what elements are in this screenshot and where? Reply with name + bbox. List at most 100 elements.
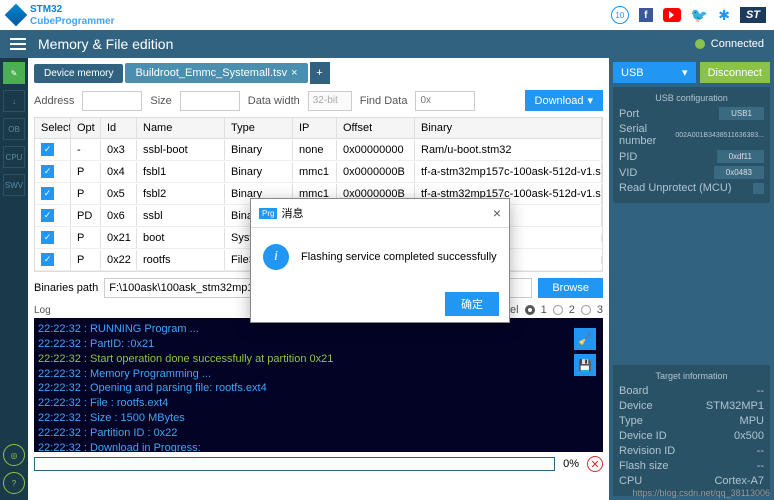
twitter-icon[interactable]: 🐦 xyxy=(691,7,708,24)
log-line: 22:22:32 : File : rootfs.ext4 xyxy=(38,396,599,411)
vid-label: VID xyxy=(619,167,637,179)
pid-value: 0xdf11 xyxy=(717,150,764,163)
vid-value: 0x0483 xyxy=(714,166,764,179)
disconnect-button[interactable]: Disconnect xyxy=(700,62,770,83)
info-icon: i xyxy=(263,244,289,270)
filter-row: Address Size Data width Find Data Downlo… xyxy=(34,90,603,111)
log-line: 22:22:32 : Size : 1500 MBytes xyxy=(38,411,599,426)
col-offset: Offset xyxy=(337,118,415,138)
find-input[interactable] xyxy=(415,91,475,111)
log-action-icons: 🧹 💾 xyxy=(574,328,596,376)
progress-bar xyxy=(34,457,555,471)
title-bar: Memory & File edition Connected xyxy=(0,30,774,58)
log-line: 22:22:32 : PartID: :0x21 xyxy=(38,337,599,352)
status-dot-icon xyxy=(695,39,705,49)
serial-value: 002A001B3438511636383... xyxy=(675,132,764,139)
connection-status: Connected xyxy=(695,38,764,50)
readunp-checkbox[interactable] xyxy=(753,183,764,194)
dialog-app-icon: Prg xyxy=(259,208,277,219)
logo: STM32CubeProgrammer xyxy=(8,3,114,27)
pid-label: PID xyxy=(619,151,637,163)
sidebar: ✎ ↓ OB CPU SWV ◎ ? xyxy=(0,58,28,500)
sidebar-swv[interactable]: SWV xyxy=(3,174,25,196)
progress-row: 0% ✕ xyxy=(34,456,603,472)
sidebar-edit[interactable]: ✎ xyxy=(3,62,25,84)
table-row[interactable]: ✓-0x3ssbl-bootBinarynone0x00000000Ram/u-… xyxy=(35,139,602,161)
tab-add-button[interactable]: + xyxy=(310,62,330,84)
width-label: Data width xyxy=(248,95,300,107)
cube-icon xyxy=(5,4,28,27)
connected-label: Connected xyxy=(711,38,764,50)
usb-selector[interactable]: USB▾ xyxy=(613,62,696,83)
col-binary: Binary xyxy=(415,118,602,138)
width-input[interactable] xyxy=(308,91,352,111)
row-checkbox[interactable]: ✓ xyxy=(41,165,54,178)
target-info-section: Target information Board-- DeviceSTM32MP… xyxy=(613,365,770,496)
sidebar-download[interactable]: ↓ xyxy=(3,90,25,112)
row-checkbox[interactable]: ✓ xyxy=(41,231,54,244)
youtube-icon[interactable] xyxy=(663,8,681,22)
sidebar-help-icon[interactable]: ? xyxy=(3,472,25,494)
verbosity-3[interactable] xyxy=(581,305,591,315)
chevron-down-icon: ▾ xyxy=(587,94,593,107)
port-label: Port xyxy=(619,108,639,120)
st-logo: ST xyxy=(740,7,766,23)
top-bar: STM32CubeProgrammer 10 f 🐦 ✱ ST xyxy=(0,0,774,30)
clear-log-icon[interactable]: 🧹 xyxy=(574,328,596,350)
tab-row: Device memory Buildroot_Emmc_Systemall.t… xyxy=(34,62,603,84)
log-line: 22:22:32 : Partition ID : 0x22 xyxy=(38,426,599,441)
size-input[interactable] xyxy=(180,91,240,111)
log-label: Log xyxy=(34,305,51,316)
log-line: 22:22:32 : Opening and parsing file: roo… xyxy=(38,381,599,396)
col-ip: IP xyxy=(293,118,337,138)
download-button[interactable]: Download▾ xyxy=(525,90,603,111)
tab-file-label: Buildroot_Emmc_Systemall.tsv xyxy=(135,67,287,79)
sidebar-target-icon[interactable]: ◎ xyxy=(3,444,25,466)
row-checkbox[interactable]: ✓ xyxy=(41,187,54,200)
table-header: Select Opt Id Name Type IP Offset Binary xyxy=(35,118,602,139)
log-console[interactable]: 22:22:32 : RUNNING Program ...22:22:32 :… xyxy=(34,318,603,452)
log-line: 22:22:32 : Start operation done successf… xyxy=(38,352,599,367)
dialog-titlebar: Prg 消息 × xyxy=(251,199,509,228)
tab-file[interactable]: Buildroot_Emmc_Systemall.tsv × xyxy=(125,63,307,83)
port-value[interactable]: USB1 xyxy=(719,107,764,120)
verbosity-1[interactable] xyxy=(525,305,535,315)
share-icon[interactable]: ✱ xyxy=(718,7,730,24)
address-input[interactable] xyxy=(82,91,142,111)
col-id: Id xyxy=(101,118,137,138)
size-label: Size xyxy=(150,95,171,107)
row-checkbox[interactable]: ✓ xyxy=(41,209,54,222)
logo-cube: CubeProgrammer xyxy=(30,16,114,27)
row-checkbox[interactable]: ✓ xyxy=(41,253,54,266)
facebook-icon[interactable]: f xyxy=(639,8,653,22)
browse-button[interactable]: Browse xyxy=(538,278,603,298)
sidebar-ob[interactable]: OB xyxy=(3,118,25,140)
log-line: 22:22:32 : RUNNING Program ... xyxy=(38,322,599,337)
dialog-ok-button[interactable]: 确定 xyxy=(445,292,499,316)
verbosity-2[interactable] xyxy=(553,305,563,315)
page-title: Memory & File edition xyxy=(38,36,173,52)
watermark: https://blog.csdn.net/qq_38113006 xyxy=(633,488,770,498)
tab-device-memory[interactable]: Device memory xyxy=(34,64,123,83)
table-row[interactable]: ✓P0x4fsbl1Binarymmc10x0000000Btf-a-stm32… xyxy=(35,161,602,183)
close-icon[interactable]: × xyxy=(291,67,297,79)
serial-label: Serial number xyxy=(619,123,675,147)
right-panel: USB▾ Disconnect USB configuration PortUS… xyxy=(609,58,774,500)
anniversary-icon: 10 xyxy=(611,6,629,24)
message-dialog: Prg 消息 × i Flashing service completed suc… xyxy=(250,198,510,323)
col-type: Type xyxy=(225,118,293,138)
row-checkbox[interactable]: ✓ xyxy=(41,143,54,156)
col-name: Name xyxy=(137,118,225,138)
log-line: 22:22:32 : Download in Progress: xyxy=(38,441,599,452)
cancel-icon[interactable]: ✕ xyxy=(587,456,603,472)
binpath-label: Binaries path xyxy=(34,282,98,294)
hamburger-icon[interactable] xyxy=(10,38,26,50)
logo-stm: STM32 xyxy=(30,4,62,15)
dialog-message: Flashing service completed successfully xyxy=(301,251,497,263)
save-log-icon[interactable]: 💾 xyxy=(574,354,596,376)
dialog-close-icon[interactable]: × xyxy=(493,205,501,221)
dialog-title: 消息 xyxy=(281,205,303,221)
find-label: Find Data xyxy=(360,95,408,107)
sidebar-cpu[interactable]: CPU xyxy=(3,146,25,168)
progress-pct: 0% xyxy=(563,458,579,470)
